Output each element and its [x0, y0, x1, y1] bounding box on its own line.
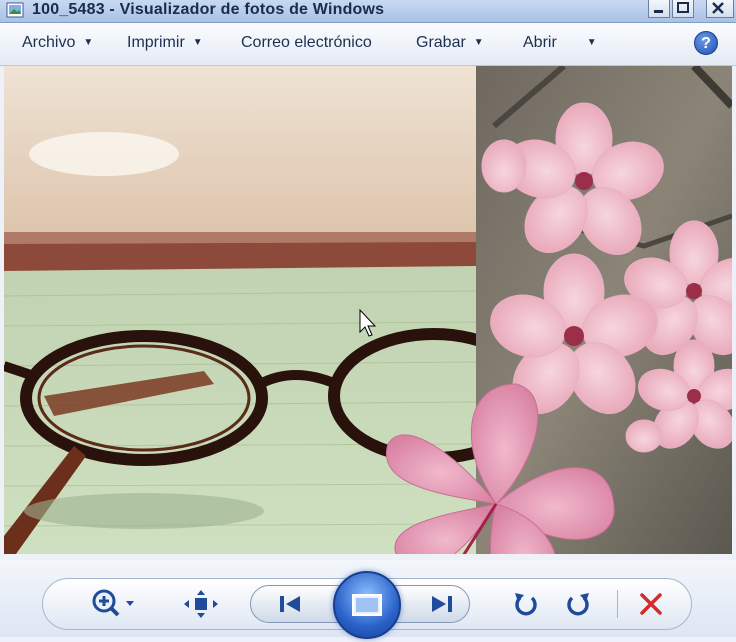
menu-imprimir-label: Imprimir	[127, 34, 185, 51]
chevron-down-icon: ▼	[586, 37, 597, 48]
window-title: 100_5483 - Visualizador de fotos de Wind…	[32, 1, 385, 18]
menu-grabar[interactable]: Grabar ▼	[416, 34, 484, 52]
chevron-down-icon: ▼	[473, 37, 484, 48]
help-button[interactable]: ?	[694, 31, 718, 55]
next-icon	[432, 596, 452, 612]
maximize-button[interactable]	[672, 0, 694, 18]
close-window-button[interactable]	[706, 0, 734, 18]
photo-collage	[4, 66, 732, 554]
next-button[interactable]	[428, 594, 454, 619]
delete-button[interactable]	[638, 591, 664, 622]
minimize-button[interactable]	[648, 0, 670, 18]
maximize-icon	[677, 2, 689, 13]
delete-icon	[640, 593, 662, 615]
photo-viewer-app-icon	[6, 2, 24, 18]
zoom-button[interactable]	[90, 588, 140, 623]
menu-grabar-label: Grabar	[416, 34, 466, 51]
zoom-in-icon	[92, 589, 134, 617]
slideshow-icon	[352, 594, 382, 616]
menu-bar: Archivo ▼ Imprimir ▼ Correo electrónico Gr…	[0, 23, 736, 66]
slideshow-button[interactable]	[333, 571, 401, 639]
previous-button[interactable]	[278, 594, 304, 619]
rotate-counterclockwise-button[interactable]	[512, 590, 540, 623]
menu-abrir[interactable]: Abrir ▼	[523, 34, 597, 52]
rotate-clockwise-icon	[567, 593, 589, 616]
menu-archivo[interactable]: Archivo ▼	[22, 34, 93, 52]
menu-archivo-label: Archivo	[22, 34, 76, 51]
rotate-counterclockwise-icon	[515, 593, 537, 616]
menu-correo-electronico[interactable]: Correo electrónico	[241, 34, 372, 52]
menu-imprimir[interactable]: Imprimir ▼	[127, 34, 203, 52]
menu-abrir-label: Abrir	[523, 34, 557, 51]
chevron-down-icon: ▼	[192, 37, 203, 48]
fit-window-icon	[184, 590, 218, 618]
menu-correo-label: Correo electrónico	[241, 34, 372, 51]
previous-icon	[280, 596, 300, 612]
rotate-clockwise-button[interactable]	[564, 590, 592, 623]
close-icon	[712, 2, 724, 14]
toolbar-separator	[617, 590, 618, 618]
title-bar: 100_5483 - Visualizador de fotos de Wind…	[0, 0, 736, 23]
photo-display-area[interactable]	[4, 66, 732, 554]
fit-to-window-button[interactable]	[184, 590, 218, 623]
chevron-down-icon: ▼	[83, 37, 94, 48]
minimize-icon	[654, 10, 663, 13]
